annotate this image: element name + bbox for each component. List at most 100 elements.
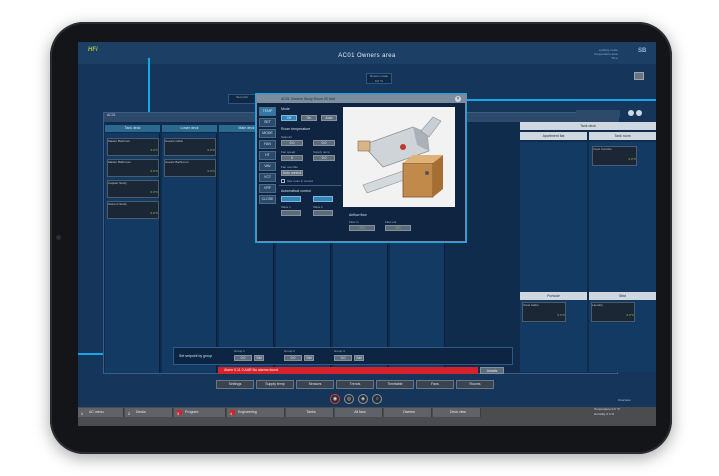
nav-label: Decks [136,410,146,414]
menu-settings[interactable]: Settings [216,380,254,389]
nav-decks[interactable]: 2 Decks [125,408,173,417]
menu-rooms[interactable]: Rooms [456,380,494,389]
fan-override-toggle[interactable]: Auto control [281,170,303,176]
alarm-bar[interactable]: Alarm 0.11 0 AAR No alarms found [218,367,478,374]
side-button-mode[interactable]: MODE [259,129,276,138]
room-temp: 0.0°C [628,157,636,161]
connector-line [148,58,150,114]
group-set-button[interactable]: Set [254,355,264,361]
window-button[interactable] [634,72,644,80]
menu-supply-temp[interactable]: Supply temp [256,380,294,389]
mode-on-button[interactable]: On [301,115,317,121]
right-header-right[interactable]: Tank room [589,132,656,140]
home-control-icon[interactable]: ○ [372,394,382,404]
minimize-icon[interactable] [628,110,634,116]
settings-control-icon[interactable]: ◈ [358,394,368,404]
valve-label: Valve 1 [281,205,291,209]
view-control-icon[interactable]: ◎ [344,394,354,404]
nav-number: 2 [128,409,133,416]
fan-speed-label: Fan speed [281,150,296,154]
fan-speed-value[interactable]: 0 [281,155,303,161]
auto-control-button[interactable] [281,196,301,202]
close-icon[interactable] [636,110,642,116]
camera [56,235,61,240]
side-button-vav[interactable]: VAV [259,162,276,171]
menu-timetable[interactable]: Timetable [376,380,414,389]
nav-engineering[interactable]: 4 Engineering [227,408,285,417]
nav-ac-menu[interactable]: 1 AC menu [78,408,124,417]
room-temp: 0.0°C [557,313,565,317]
supply-label: Supply temp [313,150,330,154]
tab-lower-deck[interactable]: Lower deck [162,125,217,132]
side-button-set[interactable]: SET [259,118,276,127]
side-button-temp[interactable]: TEMP [259,107,276,116]
right-tab-stbd[interactable]: Stbd [589,292,656,300]
page-title: AC01 Owners area [338,53,396,59]
room-name: Crew Cabin [523,303,539,307]
side-button-vrf[interactable]: VRF [259,184,276,193]
valve-label: Valve 2 [313,205,323,209]
room-name: Master Bathroom [108,160,132,164]
valve-value [313,210,333,216]
auto-control-button[interactable] [313,196,333,202]
nav-deck-view[interactable]: Deck view [433,408,481,417]
overview-temperature: Temperature 0.0 °C [594,407,621,411]
side-button-close[interactable]: CLOSE [259,195,276,204]
setpoint-group-label: Set setpoint by group [179,354,213,358]
room-tile[interactable]: Master Bedroom 0.0°C [107,138,159,156]
chip-label: Set point [236,95,248,99]
mode-off-button[interactable]: Off [281,115,297,121]
nav-all-fans[interactable]: All fans [335,408,383,417]
side-button-ht[interactable]: HT [259,151,276,160]
right-header-left[interactable]: Apartment flat [520,132,587,140]
room-tile[interactable]: Crew Cabin 0.0°C [522,302,566,322]
connector-line [466,99,656,101]
room-temp-value: 0.0 [313,140,335,146]
room-name: Laundry [592,303,603,307]
use-room-checkbox[interactable] [281,179,285,183]
room-tile[interactable]: Crew Corridor 0.0°C [592,146,637,166]
nav-tanks[interactable]: Tanks [286,408,334,417]
room-tile[interactable]: Captain Study 0.0°C [107,180,159,198]
nav-number: 1 [81,409,86,416]
setpoint-chip: Set point [228,94,256,104]
menu-sensors[interactable]: Sensors [296,380,334,389]
popup-title: AC01 Owners Study Room 00 Unit [257,95,467,103]
right-column [589,142,656,372]
menu-trends[interactable]: Trends [336,380,374,389]
status-line: Time [611,56,618,60]
nav-program[interactable]: 3 Program [174,408,226,417]
room-temp: 0.0°C [150,190,158,194]
mode-auto-button[interactable]: Auto [321,115,337,121]
right-tab[interactable]: Tank deck [520,122,656,130]
room-tile[interactable]: Master Bathroom 0.0°C [107,159,159,177]
side-button-vct[interactable]: VCT [259,173,276,182]
setpoint-value[interactable]: 0.0 [281,140,303,146]
tab-tank-deck[interactable]: Tank deck [105,125,160,132]
flow-in-label: Flow in [349,220,359,224]
room-tile[interactable]: Guests Bathroom 0.0°C [164,159,216,177]
room-tile[interactable]: Guests Cabin 0.0°C [164,138,216,156]
side-button-fan[interactable]: FAN [259,140,276,149]
nav-number: 3 [177,409,182,416]
group-set-button[interactable]: Set [304,355,314,361]
flow-in-value: 0.0 [349,225,375,231]
group-label: Group 3 [334,349,345,353]
group-setpoint-input[interactable]: 0.0 [234,355,252,361]
nav-label: Program [185,410,199,414]
room-name: Captain Study [108,181,127,185]
room-tile[interactable]: Laundry 0.0°C [591,302,635,322]
nav-owners[interactable]: Owners [384,408,432,417]
close-icon[interactable]: × [455,96,461,102]
menu-fans[interactable]: Fans [416,380,454,389]
group-setpoint-input[interactable]: 0.0 [334,355,352,361]
alarm-details-button[interactable]: Details [480,367,504,374]
overview-caption: Overview [618,398,631,402]
room-tile[interactable]: Owners Study 0.0°C [107,201,159,219]
room-temp: 0.0°C [207,169,215,173]
group-set-button[interactable]: Set [354,355,364,361]
alarm-control-icon[interactable]: ◉ [330,394,340,404]
group-setpoint-input[interactable]: 0.0 [284,355,302,361]
right-tab-portside[interactable]: Portside [520,292,587,300]
right-window-bar [576,110,620,117]
